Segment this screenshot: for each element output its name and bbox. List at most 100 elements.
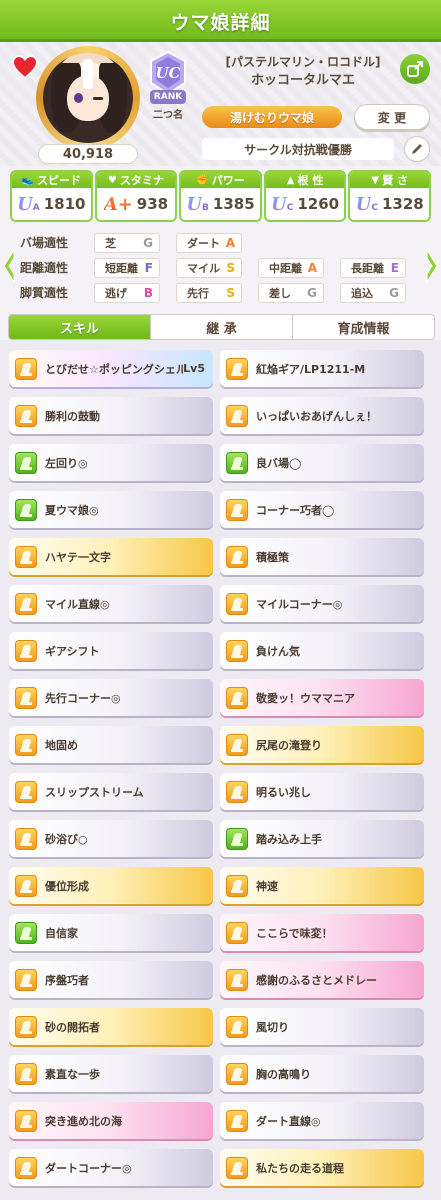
aptitude-name: 差し <box>269 286 291 300</box>
stat-grade-sub: A <box>32 203 40 213</box>
skill-item[interactable]: 自信家 <box>9 914 213 951</box>
skill-item[interactable]: 胸の高鳴り <box>220 1055 424 1092</box>
title-badge: 湯けむりウマ娘 <box>202 106 342 128</box>
stat-value: 1260 <box>297 195 340 213</box>
aptitude-cell: 追込 G <box>340 282 406 303</box>
aptitude-row-track: バ場適性 芝G ダート A <box>20 230 421 255</box>
aptitude-row-style: 脚質適性 逃げ B 先行 S 差し G 追込 G <box>20 280 421 305</box>
change-title-button[interactable]: 変 更 <box>354 104 430 130</box>
skill-item[interactable]: マイルコーナー◎ <box>220 585 424 622</box>
skill-item[interactable]: 砂浴び○ <box>9 820 213 857</box>
aptitude-grade: F <box>144 260 153 275</box>
skill-item[interactable]: マイル直線◎ <box>9 585 213 622</box>
skill-item[interactable]: 敬愛ッ！ウママニア <box>220 679 424 716</box>
skill-item[interactable]: とびだせ☆ポッピングシェル Lv5 <box>9 350 213 387</box>
skill-icon <box>226 357 248 380</box>
skill-label: 素直な一歩 <box>45 1067 100 1081</box>
aptitude-cell: 逃げ B <box>94 282 160 303</box>
skill-item[interactable]: 勝利の鼓動 <box>9 397 213 434</box>
skill-icon <box>15 1156 37 1179</box>
skill-label: 胸の高鳴り <box>256 1067 311 1081</box>
skill-label: マイルコーナー◎ <box>256 597 343 611</box>
skill-item[interactable]: 素直な一歩 <box>9 1055 213 1092</box>
skill-icon <box>226 545 248 568</box>
skill-item[interactable]: ハヤテ一文字 <box>9 538 213 575</box>
character-portrait[interactable] <box>43 53 133 143</box>
stat-speed: 👟 スピード U A 1810 <box>10 170 93 222</box>
skill-item[interactable]: いっぱいおあげんしぇ！ <box>220 397 424 434</box>
skill-item[interactable]: 夏ウマ娘◎ <box>9 491 213 528</box>
skill-item[interactable]: 優位形成 <box>9 867 213 904</box>
skill-label: 自信家 <box>45 926 78 940</box>
skill-item[interactable]: 良バ場◯ <box>220 444 424 481</box>
skill-icon <box>15 1062 37 1085</box>
skill-item[interactable]: 尻尾の滝登り <box>220 726 424 763</box>
aptitude-cell: 短距離 F <box>94 257 160 278</box>
skill-label: 踏み込み上手 <box>256 832 322 846</box>
skill-item[interactable]: 負けん気 <box>220 632 424 669</box>
skill-icon <box>226 1109 248 1132</box>
heart-icon: ♥ <box>107 174 117 186</box>
skill-label: マイル直線◎ <box>45 597 110 611</box>
skill-icon <box>226 1062 248 1085</box>
skill-label: 勝利の鼓動 <box>45 409 100 423</box>
skill-item[interactable]: ダート直線◎ <box>220 1102 424 1139</box>
skill-label: 先行コーナー◎ <box>45 691 121 705</box>
tab-training-info[interactable]: 育成情報 <box>292 315 434 339</box>
prev-arrow-icon[interactable] <box>2 248 16 284</box>
skill-item[interactable]: ここらで味変！ <box>220 914 424 951</box>
skill-item[interactable]: 積極策 <box>220 538 424 575</box>
skill-item[interactable]: 感謝のふるさとメドレー <box>220 961 424 998</box>
skill-item[interactable]: 砂の開拓者 <box>9 1008 213 1045</box>
character-name: ホッコータルマエ <box>250 73 355 88</box>
skill-item[interactable]: ダートコーナー◎ <box>9 1149 213 1186</box>
skill-label: 紅焔ギア/LP1211-M <box>256 362 366 376</box>
pencil-icon <box>412 144 422 154</box>
skill-label: 明るい兆し <box>256 785 311 799</box>
tab-skills[interactable]: スキル <box>9 315 150 339</box>
skill-item[interactable]: 踏み込み上手 <box>220 820 424 857</box>
skill-item[interactable]: スリップストリーム <box>9 773 213 810</box>
skill-item[interactable]: 序盤巧者 <box>9 961 213 998</box>
aptitude-cell: マイル S <box>176 257 242 278</box>
skill-label: ダート直線◎ <box>256 1114 321 1128</box>
stat-grade-sub: C <box>371 203 378 213</box>
skill-icon <box>15 686 37 709</box>
favorite-heart-icon[interactable] <box>12 54 38 80</box>
skill-icon <box>226 451 248 474</box>
next-arrow-icon[interactable] <box>425 248 439 284</box>
skill-item[interactable]: 私たちの走る道程 <box>220 1149 424 1186</box>
skill-label: 砂浴び○ <box>45 832 88 846</box>
skill-label: ギアシフト <box>45 644 100 658</box>
skill-item[interactable]: 先行コーナー◎ <box>9 679 213 716</box>
skill-item[interactable]: 紅焔ギア/LP1211-M <box>220 350 424 387</box>
skill-icon <box>226 686 248 709</box>
share-button[interactable] <box>400 54 430 84</box>
stat-guts: ▲ 根 性 U C 1260 <box>263 170 347 222</box>
skill-icon <box>15 874 37 897</box>
skill-label: 優位形成 <box>45 879 89 893</box>
skill-label: 風切り <box>256 1020 289 1034</box>
aptitude-grade: B <box>143 285 153 300</box>
skill-label: 左回り◎ <box>45 456 88 470</box>
shoe-icon: 👟 <box>21 174 35 186</box>
skill-item[interactable]: 左回り◎ <box>9 444 213 481</box>
skill-item[interactable]: 風切り <box>220 1008 424 1045</box>
flame-icon: ▲ <box>286 174 295 186</box>
aptitude-name: 芝 <box>105 236 116 250</box>
aptitude-name: 先行 <box>187 286 209 300</box>
skill-item[interactable]: 神速 <box>220 867 424 904</box>
edit-button[interactable] <box>404 136 430 162</box>
skill-label: 私たちの走る道程 <box>256 1161 344 1175</box>
skill-icon <box>15 968 37 991</box>
skill-item[interactable]: 地固め <box>9 726 213 763</box>
skill-item[interactable]: コーナー巧者◯ <box>220 491 424 528</box>
tab-inheritance[interactable]: 継 承 <box>150 315 292 339</box>
skill-item[interactable]: 突き進め北の海 <box>9 1102 213 1139</box>
skill-icon <box>226 921 248 944</box>
skill-label: 積極策 <box>256 550 289 564</box>
stat-grade: U <box>271 193 287 215</box>
skill-item[interactable]: 明るい兆し <box>220 773 424 810</box>
skill-item[interactable]: ギアシフト <box>9 632 213 669</box>
skill-label: 地固め <box>45 738 78 752</box>
